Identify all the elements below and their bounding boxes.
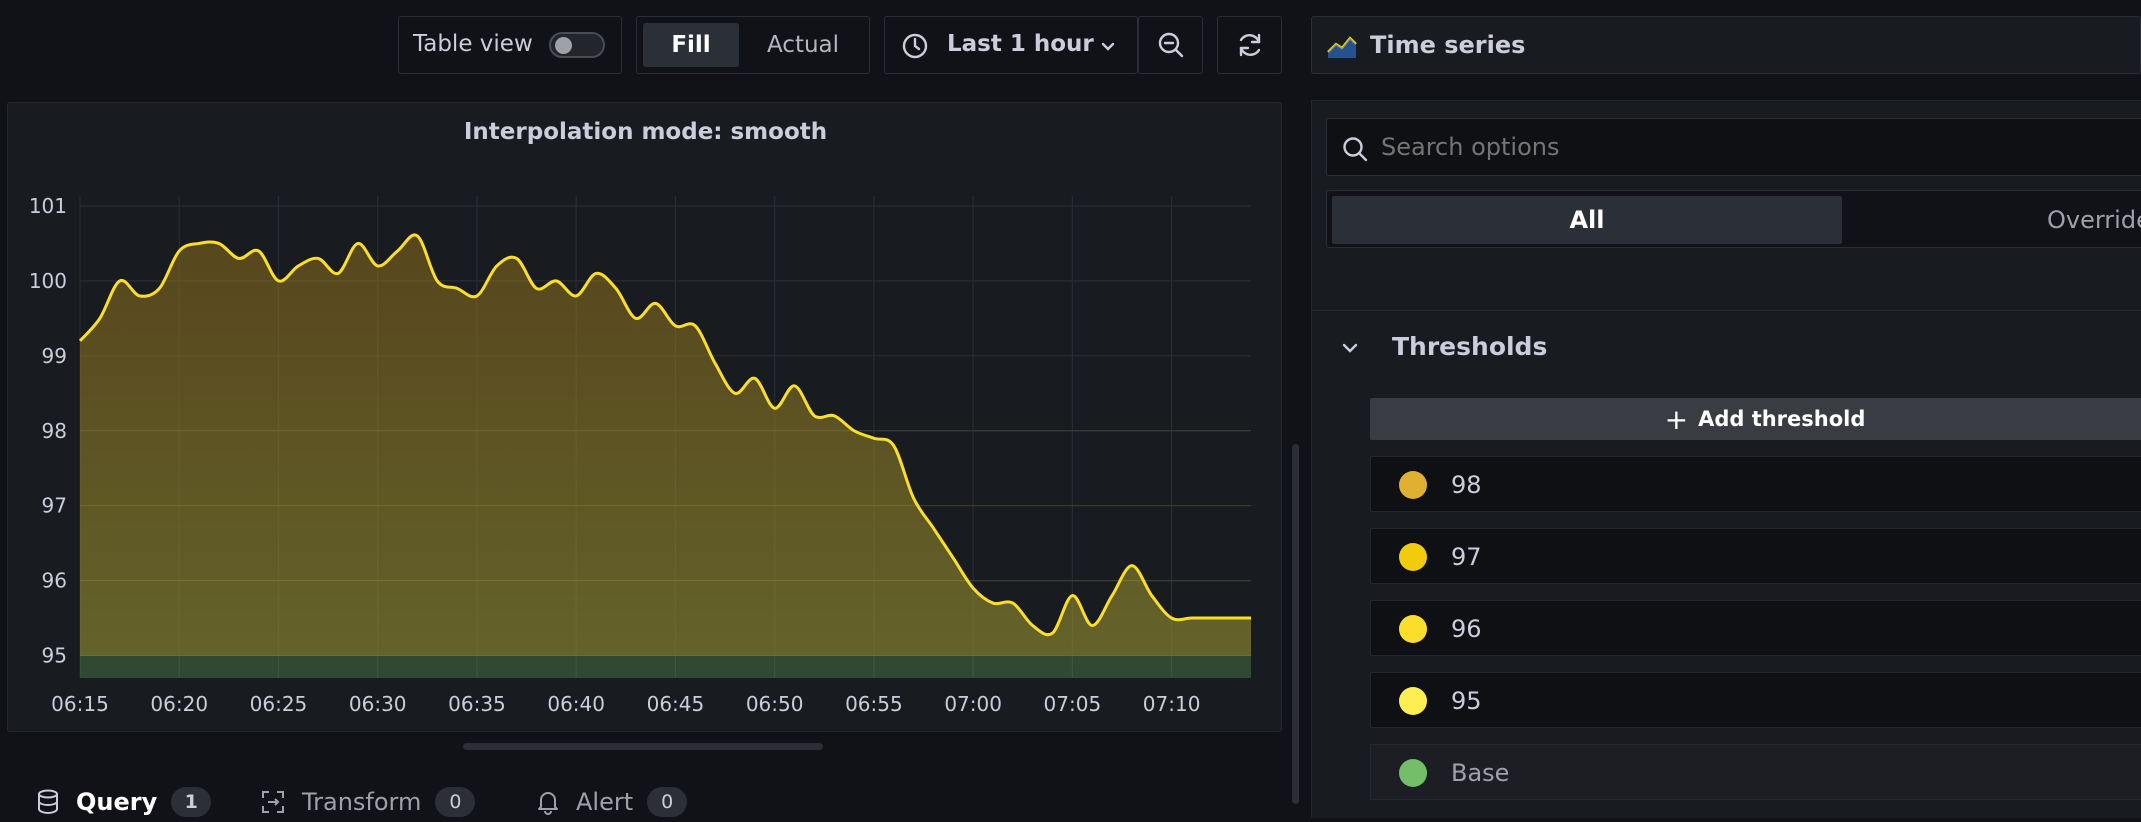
tab-overrides[interactable]: Override (2047, 196, 2141, 244)
search-icon (1343, 137, 1368, 162)
x-tick-label: 06:30 (349, 692, 407, 716)
table-view-toggle[interactable] (549, 32, 605, 58)
threshold-value[interactable]: 95 (1451, 673, 1482, 729)
series-area (80, 234, 1251, 656)
refresh-button[interactable] (1217, 16, 1282, 74)
visualization-name: Time series (1370, 31, 1526, 59)
tab-query[interactable]: Query 1 (36, 782, 212, 822)
threshold-value[interactable]: 97 (1451, 529, 1482, 585)
thresholds-title: Thresholds (1392, 332, 1548, 361)
tab-alert-label: Alert (576, 788, 634, 816)
bell-icon (538, 792, 558, 815)
time-range-label: Last 1 hour (947, 31, 1094, 57)
vertical-scrollbar[interactable] (1292, 444, 1299, 804)
x-tick-label: 06:25 (250, 692, 308, 716)
thresholds-section-header[interactable]: Thresholds (1336, 328, 2036, 368)
threshold-color-swatch[interactable] (1399, 759, 1427, 787)
threshold-value[interactable]: 96 (1451, 601, 1482, 657)
y-tick-label: 95 (42, 644, 67, 668)
horizontal-scrollbar[interactable] (463, 743, 823, 750)
x-tick-label: 06:40 (547, 692, 605, 716)
tab-query-label: Query (76, 788, 158, 816)
threshold-row[interactable]: 98 (1370, 456, 2141, 512)
y-tick-label: 97 (42, 494, 67, 518)
clock-icon (901, 32, 929, 60)
zoom-out-icon (1158, 32, 1183, 58)
x-tick-label: 07:10 (1143, 692, 1201, 716)
editor-tabs: Query 1 Transform 0 Alert 0 (0, 782, 1290, 822)
add-threshold-button[interactable]: + Add threshold (1370, 398, 2141, 440)
fill-button[interactable]: Fill (643, 23, 739, 67)
threshold-color-swatch[interactable] (1399, 687, 1427, 715)
x-tick-label: 07:00 (944, 692, 1002, 716)
y-tick-label: 96 (42, 569, 67, 593)
time-series-chart[interactable]: 101 100 99 98 97 96 95 06:15 06:20 06:25 06:30 06:3… (8, 103, 1283, 733)
add-threshold-label: Add threshold (1698, 407, 1866, 431)
tab-all[interactable]: All (1332, 196, 1842, 244)
actual-button[interactable]: Actual (741, 23, 865, 67)
threshold-color-swatch[interactable] (1399, 471, 1427, 499)
threshold-band-base (80, 655, 1251, 678)
zoom-out-button[interactable] (1138, 16, 1203, 74)
chart-panel: Interpolation mode: smooth 101 100 99 98 97 9… (7, 102, 1282, 732)
threshold-color-swatch[interactable] (1399, 615, 1427, 643)
section-divider (1311, 310, 2141, 311)
threshold-row[interactable]: 96 (1370, 600, 2141, 656)
chevron-down-icon (1342, 343, 1358, 353)
chevron-down-icon (1099, 37, 1117, 59)
alert-count-badge: 0 (647, 787, 688, 817)
search-options[interactable] (1326, 118, 2141, 176)
transform-count-badge: 0 (435, 787, 476, 817)
tab-transform[interactable]: Transform 0 (260, 782, 476, 822)
table-view-label: Table view (413, 31, 533, 57)
threshold-value[interactable]: 98 (1451, 457, 1482, 513)
x-tick-label: 06:45 (647, 692, 705, 716)
plus-icon: + (1664, 402, 1689, 436)
y-tick-label: 98 (42, 419, 67, 443)
database-icon (38, 789, 58, 815)
table-view-group: Table view (398, 16, 622, 74)
threshold-row[interactable]: 97 (1370, 528, 2141, 584)
refresh-icon (1239, 33, 1260, 57)
x-tick-label: 06:55 (845, 692, 903, 716)
x-tick-label: 07:05 (1044, 692, 1102, 716)
x-tick-label: 06:50 (746, 692, 804, 716)
time-series-viz-icon (1327, 36, 1357, 58)
x-tick-label: 06:15 (51, 692, 109, 716)
y-tick-label: 100 (29, 269, 67, 293)
fill-actual-radio-group: Fill Actual (636, 16, 870, 74)
threshold-row[interactable]: 95 (1370, 672, 2141, 728)
y-tick-label: 101 (29, 194, 67, 218)
threshold-value: Base (1451, 759, 1510, 787)
transform-icon (262, 791, 284, 813)
threshold-row[interactable]: Base (1370, 744, 2141, 800)
options-filter-tabs: All Override (1326, 190, 2141, 248)
toggle-knob (555, 37, 572, 54)
query-count-badge: 1 (171, 787, 212, 817)
tab-alert[interactable]: Alert 0 (536, 782, 688, 822)
search-input[interactable] (1379, 127, 2079, 167)
x-tick-label: 06:35 (448, 692, 506, 716)
threshold-color-swatch[interactable] (1399, 543, 1427, 571)
visualization-picker[interactable]: Time series (1311, 16, 2141, 74)
x-tick-label: 06:20 (150, 692, 208, 716)
y-tick-label: 99 (42, 344, 67, 368)
tab-transform-label: Transform (302, 788, 422, 816)
time-picker[interactable]: Last 1 hour (884, 16, 1138, 74)
